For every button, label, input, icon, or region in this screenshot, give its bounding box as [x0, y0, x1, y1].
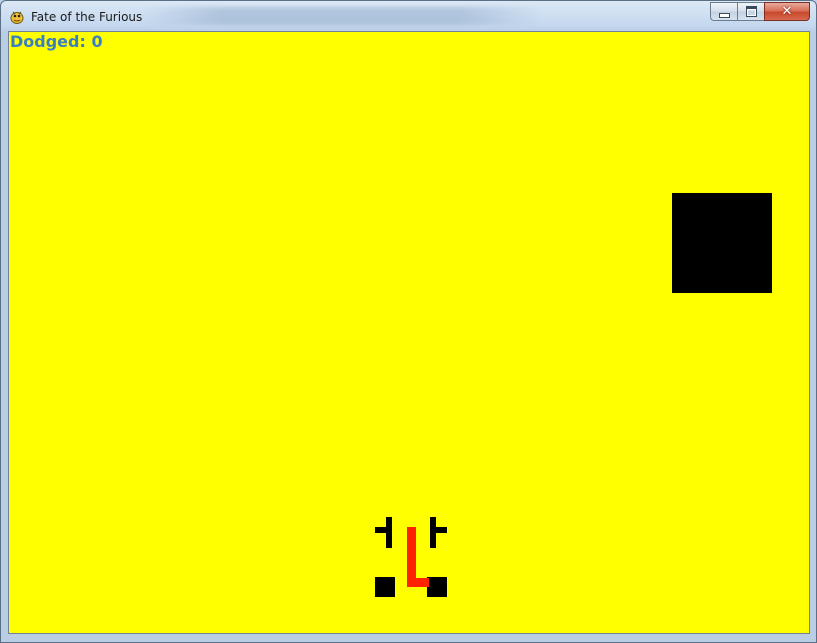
dodged-score: Dodged: 0	[10, 32, 103, 51]
player-car	[375, 517, 447, 597]
minimize-button[interactable]	[710, 2, 737, 21]
car-wheel-rear-right	[427, 577, 447, 597]
falling-block-obstacle	[672, 193, 772, 293]
minimize-icon	[718, 12, 730, 18]
title-bar[interactable]: Fate of the Furious ✕	[1, 1, 816, 32]
title-bar-glass	[141, 7, 541, 25]
maximize-icon	[745, 6, 757, 17]
window-title: Fate of the Furious	[31, 10, 143, 24]
car-wheel-rear-left	[375, 577, 395, 597]
game-canvas[interactable]: Dodged: 0	[8, 31, 810, 634]
app-window: Fate of the Furious ✕ Dodged: 0	[0, 0, 817, 643]
close-button[interactable]: ✕	[764, 2, 810, 21]
window-controls: ✕	[710, 2, 810, 21]
pygame-snake-icon	[10, 11, 24, 24]
maximize-button[interactable]	[737, 2, 764, 21]
close-icon: ✕	[781, 4, 793, 19]
